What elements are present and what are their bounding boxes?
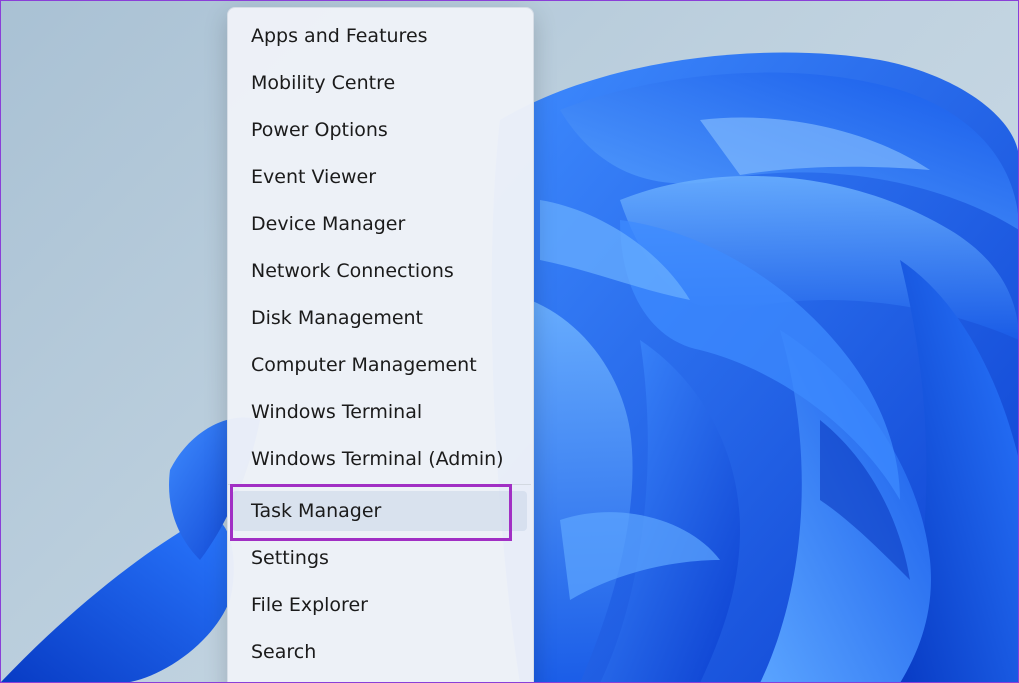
menu-item-disk-management[interactable]: Disk Management xyxy=(232,298,527,338)
menu-item-file-explorer[interactable]: File Explorer xyxy=(232,585,527,625)
menu-item-label: Windows Terminal xyxy=(251,401,423,423)
menu-item-windows-terminal[interactable]: Windows Terminal xyxy=(232,392,527,432)
menu-item-label: Task Manager xyxy=(251,500,382,522)
menu-divider xyxy=(228,484,531,485)
menu-item-label: Settings xyxy=(251,547,329,569)
menu-item-label: Event Viewer xyxy=(251,166,377,188)
menu-item-label: Apps and Features xyxy=(251,25,428,47)
menu-item-label: Device Manager xyxy=(251,213,406,235)
menu-item-power-options[interactable]: Power Options xyxy=(232,110,527,150)
menu-item-computer-management[interactable]: Computer Management xyxy=(232,345,527,385)
menu-item-windows-terminal-admin[interactable]: Windows Terminal (Admin) xyxy=(232,439,527,479)
menu-item-event-viewer[interactable]: Event Viewer xyxy=(232,157,527,197)
menu-item-device-manager[interactable]: Device Manager xyxy=(232,204,527,244)
menu-item-settings[interactable]: Settings xyxy=(232,538,527,578)
menu-item-label: File Explorer xyxy=(251,594,368,616)
menu-item-label: Computer Management xyxy=(251,354,477,376)
menu-item-mobility-centre[interactable]: Mobility Centre xyxy=(232,63,527,103)
menu-item-label: Windows Terminal (Admin) xyxy=(251,448,504,470)
quick-link-context-menu: Apps and Features Mobility Centre Power … xyxy=(227,7,534,683)
menu-item-task-manager[interactable]: Task Manager xyxy=(232,491,527,531)
menu-item-label: Disk Management xyxy=(251,307,424,329)
menu-item-network-connections[interactable]: Network Connections xyxy=(232,251,527,291)
menu-item-label: Search xyxy=(251,641,317,663)
menu-item-label: Network Connections xyxy=(251,260,454,282)
menu-item-search[interactable]: Search xyxy=(232,632,527,672)
menu-item-label: Power Options xyxy=(251,119,388,141)
menu-item-label: Mobility Centre xyxy=(251,72,396,94)
menu-item-apps-and-features[interactable]: Apps and Features xyxy=(232,16,527,56)
